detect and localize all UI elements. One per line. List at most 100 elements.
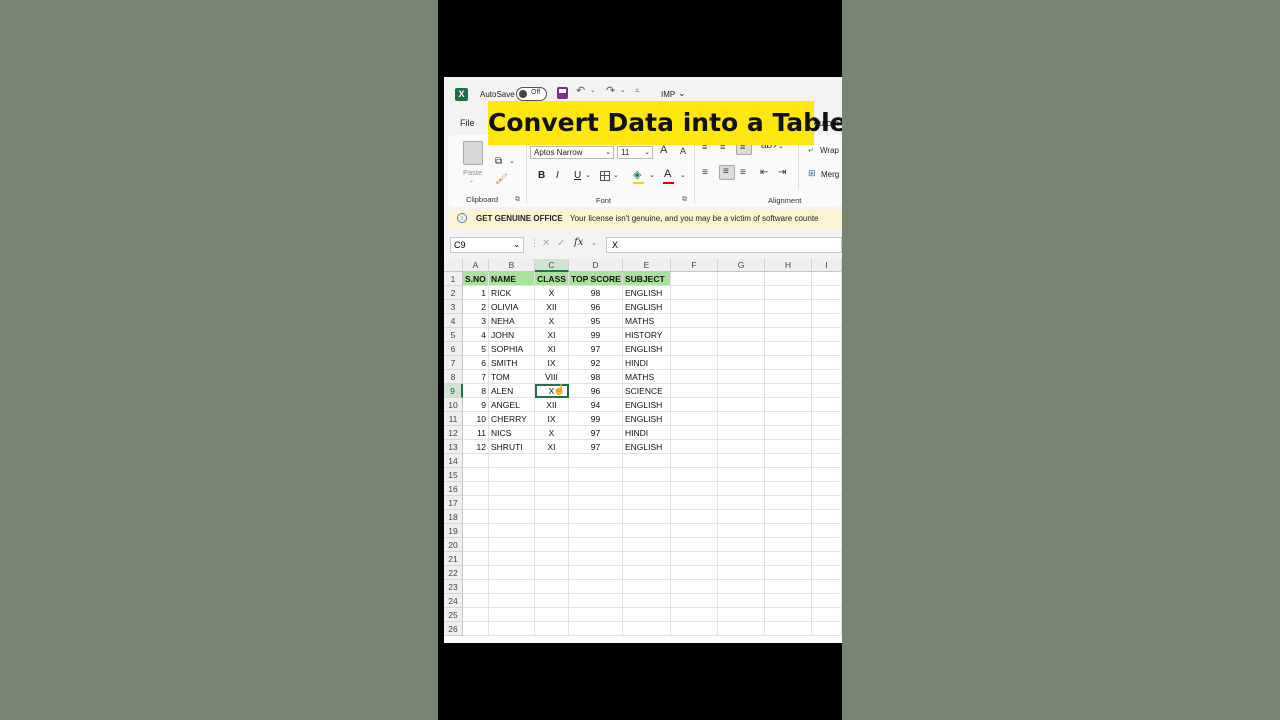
table-cell[interactable] — [671, 342, 718, 356]
table-cell[interactable] — [535, 580, 569, 594]
table-cell[interactable] — [812, 286, 842, 300]
underline-dropdown-icon[interactable]: ⌄ — [585, 171, 591, 179]
decrease-indent-icon[interactable]: ⇤ — [760, 167, 768, 178]
table-cell[interactable]: RICK — [489, 286, 535, 300]
table-cell[interactable] — [765, 440, 812, 454]
font-name-select[interactable]: Aptos Narrow ⌄ — [530, 146, 614, 159]
fill-color-icon[interactable]: ◈ — [633, 168, 641, 181]
table-cell[interactable] — [812, 398, 842, 412]
table-header-cell[interactable]: SUBJECT — [623, 272, 671, 286]
clipboard-launcher-icon[interactable]: ⧉ — [515, 196, 520, 204]
insert-function-icon[interactable]: fx — [574, 237, 583, 248]
table-cell[interactable] — [463, 580, 489, 594]
paste-dropdown-icon[interactable]: ⌄ — [469, 177, 474, 184]
table-cell[interactable] — [569, 538, 623, 552]
table-cell[interactable] — [671, 426, 718, 440]
table-cell[interactable] — [812, 566, 842, 580]
wrap-text-label[interactable]: Wrap — [820, 146, 839, 155]
row-header[interactable]: 2 — [444, 286, 463, 300]
table-cell[interactable] — [718, 524, 765, 538]
table-cell[interactable] — [671, 538, 718, 552]
table-cell[interactable] — [671, 524, 718, 538]
column-header[interactable]: F — [671, 259, 718, 272]
table-cell[interactable] — [812, 440, 842, 454]
table-cell[interactable] — [623, 468, 671, 482]
select-all-corner[interactable] — [444, 259, 463, 272]
table-cell[interactable]: ENGLISH — [623, 300, 671, 314]
increase-indent-icon[interactable]: ⇥ — [778, 167, 786, 178]
font-launcher-icon[interactable]: ⧉ — [682, 196, 687, 204]
table-cell[interactable]: ENGLISH — [623, 440, 671, 454]
table-cell[interactable] — [671, 496, 718, 510]
table-cell[interactable]: HISTORY — [623, 328, 671, 342]
table-cell[interactable] — [569, 468, 623, 482]
table-cell[interactable] — [535, 622, 569, 636]
autosave-toggle[interactable]: Off — [516, 87, 547, 101]
table-cell[interactable]: 96 — [569, 384, 623, 398]
cancel-icon[interactable]: ✕ — [542, 238, 550, 249]
table-cell[interactable] — [812, 580, 842, 594]
table-cell[interactable] — [489, 538, 535, 552]
table-cell[interactable] — [718, 538, 765, 552]
table-cell[interactable] — [489, 580, 535, 594]
more-options-icon[interactable]: ⋮ — [530, 238, 539, 249]
table-cell[interactable] — [489, 608, 535, 622]
table-cell[interactable] — [812, 594, 842, 608]
table-cell[interactable] — [463, 524, 489, 538]
table-cell[interactable] — [812, 622, 842, 636]
table-header-cell[interactable]: NAME — [489, 272, 535, 286]
table-cell[interactable] — [718, 496, 765, 510]
redo-dropdown-icon[interactable]: ⌄ — [620, 86, 626, 94]
row-header[interactable]: 14 — [444, 454, 463, 468]
table-cell[interactable] — [812, 552, 842, 566]
table-cell[interactable] — [535, 594, 569, 608]
table-cell[interactable]: HINDI — [623, 356, 671, 370]
align-center-button[interactable]: ≡ — [719, 165, 735, 180]
font-color-dropdown-icon[interactable]: ⌄ — [680, 171, 686, 179]
table-cell[interactable] — [463, 468, 489, 482]
row-header[interactable]: 24 — [444, 594, 463, 608]
table-cell[interactable] — [718, 300, 765, 314]
row-header[interactable]: 19 — [444, 524, 463, 538]
table-cell[interactable] — [718, 580, 765, 594]
table-cell[interactable] — [718, 314, 765, 328]
table-cell[interactable] — [671, 300, 718, 314]
table-cell[interactable] — [489, 468, 535, 482]
table-cell[interactable]: ALEN — [489, 384, 535, 398]
table-cell[interactable] — [569, 496, 623, 510]
enter-icon[interactable]: ✓ — [557, 238, 565, 249]
table-cell[interactable]: 7 — [463, 370, 489, 384]
row-header[interactable]: 10 — [444, 398, 463, 412]
table-cell[interactable] — [569, 552, 623, 566]
table-cell[interactable]: 12 — [463, 440, 489, 454]
table-cell[interactable] — [718, 398, 765, 412]
copy-icon[interactable]: ⧉ — [495, 156, 502, 167]
table-cell[interactable] — [671, 566, 718, 580]
table-cell[interactable] — [718, 608, 765, 622]
row-header[interactable]: 8 — [444, 370, 463, 384]
table-cell[interactable]: 98 — [569, 286, 623, 300]
table-cell[interactable] — [569, 566, 623, 580]
borders-icon[interactable] — [600, 171, 610, 181]
table-cell[interactable] — [489, 594, 535, 608]
table-cell[interactable] — [671, 552, 718, 566]
column-header[interactable]: C — [535, 259, 569, 272]
table-cell[interactable] — [463, 454, 489, 468]
table-header-cell[interactable]: TOP SCORE — [569, 272, 623, 286]
table-cell[interactable]: 99 — [569, 412, 623, 426]
table-cell[interactable] — [765, 426, 812, 440]
table-cell[interactable]: XII — [535, 398, 569, 412]
bold-button[interactable]: B — [538, 170, 545, 181]
table-cell[interactable]: 96 — [569, 300, 623, 314]
row-header[interactable]: 9 — [444, 384, 463, 398]
table-cell[interactable] — [765, 552, 812, 566]
column-header[interactable]: D — [569, 259, 623, 272]
table-cell[interactable] — [463, 510, 489, 524]
table-header-cell[interactable]: S.NO — [463, 272, 489, 286]
table-cell[interactable] — [718, 552, 765, 566]
table-cell[interactable] — [535, 468, 569, 482]
table-cell[interactable] — [718, 440, 765, 454]
row-header[interactable]: 3 — [444, 300, 463, 314]
table-cell[interactable] — [623, 566, 671, 580]
table-cell[interactable]: 99 — [569, 328, 623, 342]
